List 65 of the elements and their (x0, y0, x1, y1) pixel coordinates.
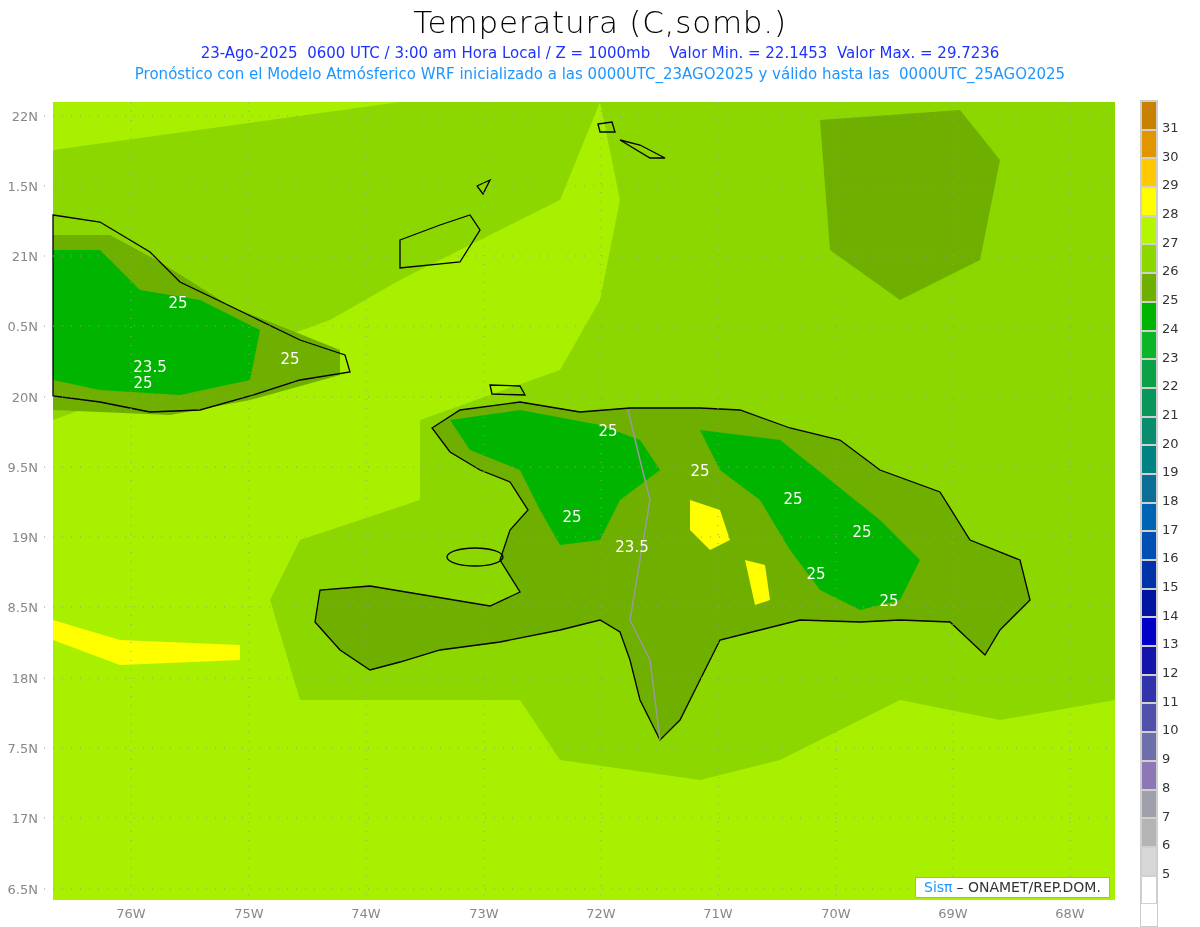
latitude-label: 17N (11, 811, 38, 826)
contour-label: 25 (280, 350, 300, 368)
chart-title: Temperatura (C,somb.) (413, 3, 787, 42)
latitude-label: 7.5N (7, 741, 38, 756)
colorbar-label: 7 (1162, 808, 1171, 825)
colorbar-label: 21 (1162, 406, 1179, 423)
colorbar-label: 26 (1162, 263, 1179, 280)
contour-label: 25 (133, 374, 153, 392)
colorbar-label: 29 (1162, 177, 1179, 194)
colorbar-label: 9 (1162, 751, 1171, 768)
colorbar-label: 25 (1162, 292, 1179, 309)
contour-label: 25 (598, 422, 618, 440)
contour-label: 23.5 (615, 538, 649, 556)
contour-label: 25 (783, 490, 803, 508)
colorbar-label: 10 (1162, 722, 1179, 739)
colorbar-label: 6 (1162, 837, 1171, 854)
colorbar-label: 18 (1162, 492, 1179, 509)
brand-logo: Sisπ (924, 878, 953, 897)
contour-label: 25 (879, 592, 899, 610)
contour-label: 25 (562, 508, 582, 526)
colorbar-label: 31 (1162, 120, 1179, 136)
longitude-label: 72W (586, 906, 616, 921)
latitude-label: 19N (11, 530, 38, 545)
longitude-label: 75W (234, 906, 264, 921)
contour-label: 23.5 (133, 358, 167, 376)
latitude-label: 8.5N (7, 600, 38, 615)
colorbar-label: 13 (1162, 636, 1179, 653)
colorbar-label: 30 (1162, 148, 1179, 165)
contour-label: 25 (852, 523, 872, 541)
colorbar-label: 17 (1162, 521, 1179, 538)
longitude-label: 73W (469, 906, 499, 921)
latitude-label: 9.5N (7, 460, 38, 475)
longitude-label: 74W (351, 906, 381, 921)
latitude-label: 18N (11, 671, 38, 686)
longitude-label: 76W (116, 906, 146, 921)
contour-label: 25 (168, 294, 188, 312)
latitude-label: 21N (11, 249, 38, 264)
colorbar-label: 23 (1162, 349, 1179, 366)
colorbar-label: 19 (1162, 464, 1179, 481)
contour-label: 25 (806, 565, 826, 583)
latitude-label: 0.5N (7, 319, 38, 334)
colorbar-label: 22 (1162, 378, 1179, 395)
longitude-label: 68W (1055, 906, 1085, 921)
latitude-label: 22N (11, 109, 38, 124)
colorbar-label: 27 (1162, 234, 1179, 251)
colorbar-label: 16 (1162, 550, 1179, 567)
colorbar-label: 14 (1162, 607, 1179, 624)
colorbar-label: 15 (1162, 579, 1179, 595)
colorbar-label: 24 (1162, 320, 1179, 337)
colorbar-label: 20 (1162, 435, 1179, 452)
colorbar-label: 8 (1162, 779, 1171, 796)
latitude-label: 1.5N (7, 179, 38, 194)
colorbar-label: 12 (1162, 665, 1179, 682)
latitude-label: 20N (11, 390, 38, 405)
contour-label: 25 (690, 462, 710, 480)
colorbar-label: 5 (1162, 865, 1171, 882)
longitude-label: 69W (938, 906, 968, 921)
colorbar-label: 11 (1162, 693, 1179, 710)
forecast-note: Pronóstico con el Modelo Atmósferico WRF inicializado a las 0000UTC_23AGO2025 y válido hasta las 0000UTC_25AGO2025 (134, 64, 1066, 84)
colorbar-label: 28 (1162, 206, 1179, 223)
longitude-label: 70W (821, 906, 851, 921)
longitude-label: 71W (703, 906, 733, 921)
chart-subtitle: 23-Ago-2025 0600 UTC / 3:00 am Hora Local / Z = 1000mb Valor Min. = 22.1453 Valor Max. = 29.7236 (200, 43, 1000, 64)
latitude-label: 6.5N (7, 882, 38, 897)
credit-text: – ONAMET/REP.DOM. (956, 878, 1101, 897)
